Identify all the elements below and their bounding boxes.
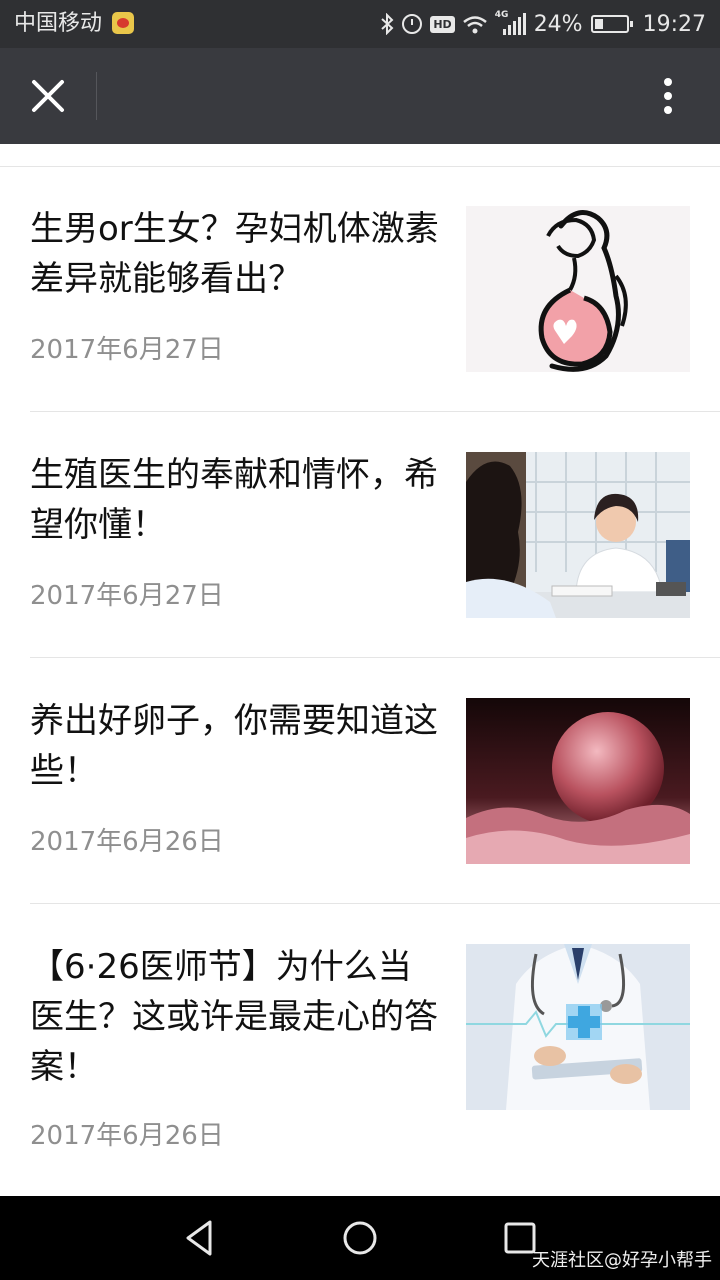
status-bar: 中国移动 HD 4G 24% 19:27 bbox=[0, 0, 720, 48]
article-item[interactable]: 生殖医生的奉献和情怀，希望你懂！ 2017年6月27日 bbox=[0, 412, 720, 658]
article-item[interactable]: 【6·26医师节】为什么当医生？这或许是最走心的答案！ 2017年6月26日 bbox=[0, 904, 720, 1196]
article-title: 生殖医生的奉献和情怀，希望你懂！ bbox=[30, 455, 438, 545]
article-thumbnail bbox=[466, 206, 690, 372]
article-list: 生男or生女？孕妇机体激素差异就能够看出？ 2017年6月27日 生殖医生的奉献… bbox=[0, 144, 720, 1196]
close-icon bbox=[32, 80, 64, 112]
back-icon bbox=[186, 1220, 212, 1256]
article-thumbnail bbox=[466, 698, 690, 864]
watermark: 天涯社区@好孕小帮手 bbox=[532, 1250, 712, 1271]
bluetooth-icon bbox=[380, 12, 394, 36]
wifi-icon bbox=[462, 15, 487, 34]
carrier-label: 中国移动 bbox=[14, 11, 103, 36]
navigation-bar: 天涯社区@好孕小帮手 bbox=[0, 1196, 720, 1280]
status-icons: HD 4G 24% 19:27 bbox=[380, 8, 706, 40]
article-date: 2017年6月26日 bbox=[30, 1121, 224, 1151]
back-button[interactable] bbox=[176, 1214, 224, 1262]
pregnant-woman-illustration bbox=[466, 206, 690, 372]
doctor-medical-cross-photo bbox=[466, 944, 690, 1110]
article-date: 2017年6月27日 bbox=[30, 335, 224, 365]
alarm-icon bbox=[402, 14, 423, 34]
article-title: 养出好卵子，你需要知道这些！ bbox=[30, 701, 438, 791]
battery-icon bbox=[590, 15, 633, 33]
egg-cell-photo bbox=[466, 698, 690, 864]
close-button[interactable] bbox=[16, 64, 80, 128]
more-button[interactable] bbox=[636, 64, 700, 128]
title-bar bbox=[0, 48, 720, 144]
article-title: 【6·26医师节】为什么当医生？这或许是最走心的答案！ bbox=[30, 947, 438, 1087]
doctor-consultation-photo bbox=[466, 452, 690, 618]
clock: 19:27 bbox=[642, 11, 706, 37]
title-divider bbox=[96, 72, 97, 120]
home-button[interactable] bbox=[336, 1214, 384, 1262]
article-date: 2017年6月27日 bbox=[30, 581, 224, 611]
home-icon bbox=[343, 1221, 377, 1255]
signal-icon: 4G bbox=[494, 10, 526, 35]
network-type: 4G bbox=[494, 10, 509, 20]
article-item[interactable]: 生男or生女？孕妇机体激素差异就能够看出？ 2017年6月27日 bbox=[0, 166, 720, 412]
hd-icon: HD bbox=[430, 15, 455, 33]
weibo-icon bbox=[112, 12, 134, 34]
article-date: 2017年6月26日 bbox=[30, 827, 224, 857]
article-item[interactable]: 养出好卵子，你需要知道这些！ 2017年6月26日 bbox=[0, 658, 720, 904]
article-title: 生男or生女？孕妇机体激素差异就能够看出？ bbox=[30, 209, 439, 299]
article-thumbnail bbox=[466, 452, 690, 618]
article-thumbnail bbox=[466, 944, 690, 1110]
battery-percent: 24% bbox=[533, 11, 583, 37]
